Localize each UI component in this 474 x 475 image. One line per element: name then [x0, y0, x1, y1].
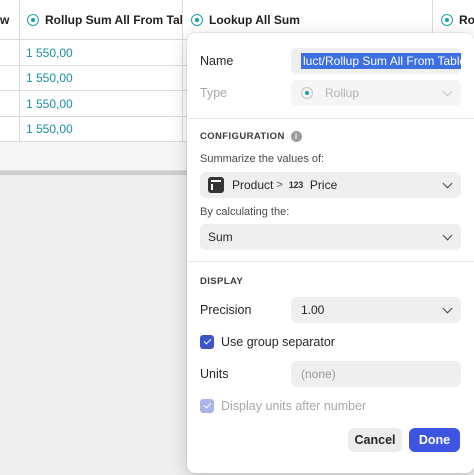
rollup-icon — [441, 14, 453, 26]
group-separator-checkbox[interactable] — [200, 335, 214, 349]
units-after-row: Display units after number — [200, 399, 461, 413]
done-button[interactable]: Done — [409, 428, 460, 452]
chevron-down-icon — [442, 230, 453, 241]
chevron-down-icon — [442, 178, 453, 189]
group-separator-label: Use group separator — [221, 335, 335, 349]
cell-value: 1 550,00 — [26, 71, 73, 85]
rollup-icon — [301, 87, 313, 99]
units-after-checkbox — [200, 399, 214, 413]
name-input-value: luct/Rollup Sum All From Table — [301, 53, 461, 69]
precision-label: Precision — [200, 303, 252, 317]
chevron-down-icon — [442, 303, 453, 314]
cell-value: 1 550,00 — [26, 122, 73, 136]
lookup-icon — [191, 14, 203, 26]
rollup-icon — [27, 14, 39, 26]
calculation-select-value: Sum — [208, 230, 233, 244]
precision-select-value: 1.00 — [301, 303, 325, 317]
name-label: Name — [200, 54, 234, 68]
cancel-button[interactable]: Cancel — [348, 428, 402, 452]
precision-select[interactable]: 1.00 — [291, 297, 461, 323]
column-header-rollup-sum[interactable]: Rollup Sum All From Table — [27, 0, 182, 40]
path-table-name: Product — [232, 178, 274, 192]
column-header-partial[interactable]: w — [0, 0, 18, 40]
field-config-panel: Name luct/Rollup Sum All From Table Type… — [187, 33, 474, 473]
table-icon — [208, 177, 224, 193]
configuration-section-title: CONFIGURATION i — [200, 131, 302, 142]
section-title: DISPLAY — [200, 276, 244, 287]
chevron-down-icon — [442, 86, 453, 97]
summarize-label: Summarize the values of: — [200, 153, 325, 165]
path-field-name: Price — [309, 178, 338, 192]
section-title: CONFIGURATION — [200, 131, 285, 142]
units-placeholder: (none) — [301, 367, 336, 381]
column-header-label: Rollup Sum All From Table — [45, 13, 182, 27]
group-separator-row[interactable]: Use group separator — [200, 335, 461, 349]
column-header-label: Lookup All Sum — [209, 13, 300, 27]
cell-value: 1 550,00 — [26, 97, 73, 111]
type-row: Type Rollup — [200, 80, 461, 106]
number-type-icon: 123 — [288, 180, 303, 190]
units-input[interactable]: (none) — [291, 361, 461, 387]
calculation-select[interactable]: Sum — [200, 224, 461, 250]
divider — [187, 261, 474, 262]
column-header-label: Rol — [459, 13, 474, 27]
type-label: Type — [200, 86, 228, 100]
cell-value: 1 550,00 — [26, 46, 73, 60]
type-select: Rollup — [291, 80, 461, 106]
divider — [187, 118, 474, 119]
name-row: Name luct/Rollup Sum All From Table — [200, 48, 461, 74]
units-label: Units — [200, 367, 229, 381]
units-row: Units (none) — [200, 361, 461, 387]
calculation-label: By calculating the: — [200, 206, 290, 218]
summarize-field-select[interactable]: Product > 123 Price — [200, 172, 461, 198]
units-after-label: Display units after number — [221, 399, 367, 413]
name-input[interactable]: luct/Rollup Sum All From Table — [291, 48, 461, 74]
info-icon[interactable]: i — [290, 131, 302, 142]
display-section-title: DISPLAY — [200, 276, 243, 287]
type-select-value: Rollup — [325, 86, 360, 100]
precision-row: Precision 1.00 — [200, 297, 461, 323]
column-header-label: w — [0, 13, 10, 27]
path-separator: > — [276, 179, 283, 191]
